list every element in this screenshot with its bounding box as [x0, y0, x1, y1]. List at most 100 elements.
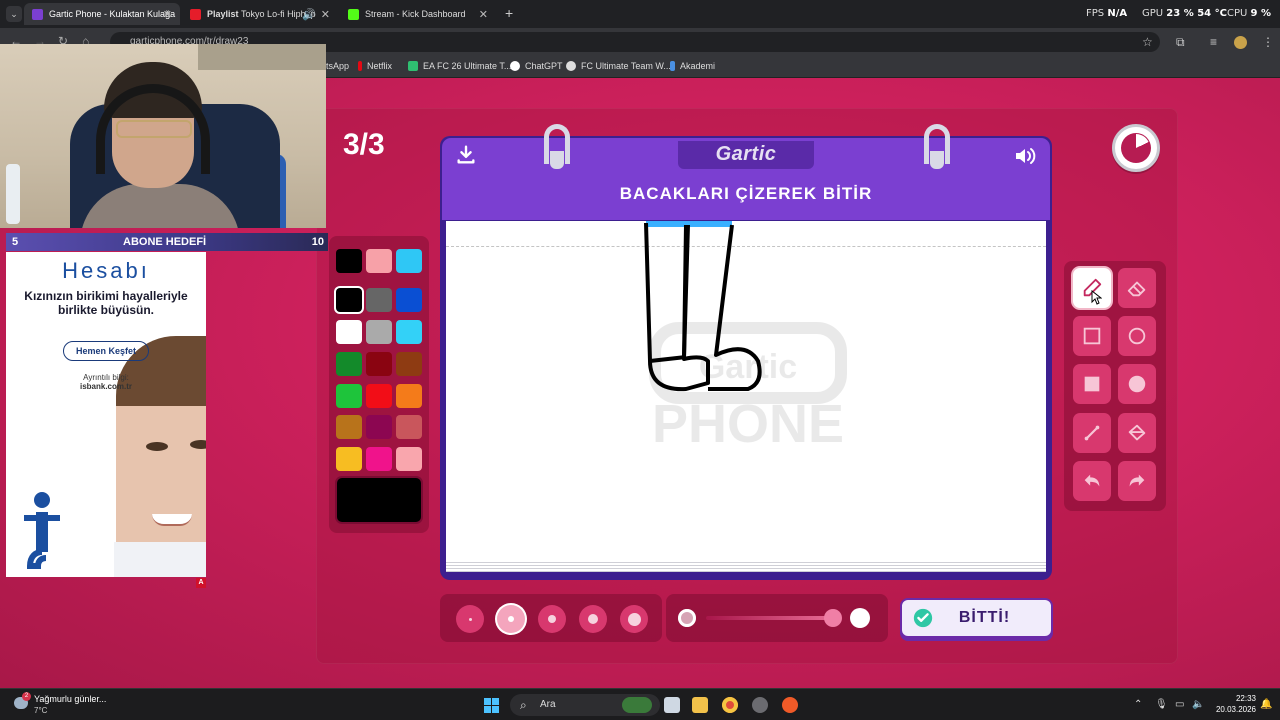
tab-title-prefix: Playlist [207, 9, 239, 19]
leg-drawing [644, 221, 762, 392]
circle-filled-icon [1128, 375, 1146, 393]
youtube-favicon-icon [190, 8, 201, 20]
bucket-icon [1128, 424, 1146, 441]
ad-info: Ayrıntılı bilgi: [83, 373, 129, 382]
gpu-readout: GPU 23 % 54 °C [1142, 8, 1227, 19]
color-swatch-cyan[interactable] [396, 249, 422, 273]
obs-icon[interactable] [752, 697, 768, 713]
color-swatch-yellow[interactable] [336, 447, 362, 471]
color-swatch-dark-red[interactable] [366, 352, 392, 376]
task-view-icon[interactable] [664, 697, 680, 713]
download-icon[interactable] [453, 144, 479, 170]
bookmark-whatsapp[interactable]: tsApp [326, 61, 349, 71]
chrome-icon[interactable] [722, 697, 738, 713]
brush-size-4[interactable] [579, 605, 607, 633]
color-swatch-dark-green[interactable] [336, 352, 362, 376]
brush-size-2[interactable] [497, 605, 525, 633]
color-swatch-gray[interactable] [366, 288, 392, 312]
opacity-slider-track[interactable] [706, 616, 834, 620]
color-swatch-light-gray[interactable] [366, 320, 392, 344]
isbank-logo-icon [24, 492, 60, 569]
windows-start-icon[interactable] [484, 698, 499, 713]
reading-list-icon[interactable]: ≡ [1210, 35, 1217, 49]
rectangle-outline-tool[interactable] [1073, 316, 1111, 356]
show-hidden-icons[interactable]: ⌃ [1134, 699, 1142, 710]
audio-playing-icon[interactable]: 🔊 [302, 8, 316, 21]
tab-search-button[interactable]: ⌄ [6, 6, 22, 22]
ellipse-outline-tool[interactable] [1118, 316, 1156, 356]
color-swatch-blue[interactable] [396, 288, 422, 312]
notifications-icon[interactable]: 🔔 [1260, 699, 1272, 710]
color-swatch-green[interactable] [336, 384, 362, 408]
weather-text: Yağmurlu günler... [34, 694, 107, 704]
color-swatch-light-blue[interactable] [396, 320, 422, 344]
microphone-icon[interactable]: 🎙 [1155, 699, 1168, 710]
close-tab-icon[interactable]: ✕ [163, 8, 172, 21]
brush-size-3[interactable] [538, 605, 566, 633]
close-tab-icon[interactable]: ✕ [321, 8, 330, 21]
isbank-advertisement[interactable]: Hesabı Kızınızın birikimi hayalleriyle b… [6, 252, 206, 577]
file-explorer-icon[interactable] [692, 697, 708, 713]
color-swatch-salmon[interactable] [396, 447, 422, 471]
profile-avatar[interactable] [1234, 36, 1247, 49]
bookmark-netflix[interactable]: Netflix [358, 61, 392, 71]
bookmark-fc-ultimate[interactable]: FC Ultimate Team W... [566, 61, 671, 71]
brush-size-5[interactable] [620, 605, 648, 633]
round-counter: 3/3 [343, 128, 385, 161]
line-tool[interactable] [1073, 413, 1111, 453]
chatgpt-icon [510, 61, 520, 71]
network-icon[interactable]: ▭ [1175, 699, 1184, 710]
opacity-max-icon [850, 608, 870, 628]
app-icon[interactable] [782, 697, 798, 713]
color-swatch-plum[interactable] [366, 415, 392, 439]
current-color-preview[interactable] [337, 478, 421, 522]
color-swatch-white[interactable] [336, 320, 362, 344]
tab-bar: ⌄ Gartic Phone - Kulaktan Kulağa ✕ Playl… [0, 0, 1280, 28]
color-swatch-pink[interactable] [366, 249, 392, 273]
ellipse-filled-tool[interactable] [1118, 364, 1156, 404]
color-swatch-magenta[interactable] [366, 447, 392, 471]
tab-playlist[interactable]: Playlist Tokyo Lo-fi Hiphop 🔊 ✕ [182, 3, 338, 25]
tab-kick[interactable]: Stream - Kick Dashboard ✕ [340, 3, 496, 25]
color-swatch-black[interactable] [336, 249, 362, 273]
gartic-logo: Gartic [715, 143, 777, 165]
ad-cta-button[interactable]: Hemen Keşfet [63, 341, 149, 361]
close-tab-icon[interactable]: ✕ [479, 8, 488, 21]
copilot-icon[interactable] [622, 697, 652, 713]
gartic-favicon-icon [32, 8, 43, 20]
bookmark-star-icon[interactable]: ☆ [1142, 35, 1153, 49]
new-tab-button[interactable]: + [505, 5, 513, 21]
globe-icon [566, 61, 576, 71]
system-clock[interactable]: 22:33 20.03.2026 [1212, 693, 1256, 715]
color-swatch-brown[interactable] [396, 352, 422, 376]
color-swatch-orange[interactable] [396, 384, 422, 408]
undo-button[interactable] [1073, 461, 1111, 501]
color-swatch-black-selected[interactable] [336, 288, 362, 312]
menu-icon[interactable]: ⋮ [1262, 35, 1274, 49]
bookmark-akademi[interactable]: Akademi [670, 61, 715, 71]
eraser-tool[interactable] [1118, 268, 1156, 308]
circle-outline-icon [1128, 327, 1146, 345]
extensions-icon[interactable]: ⧉ [1176, 35, 1185, 50]
fps-readout: FPS N/A [1086, 8, 1128, 19]
bookmark-chatgpt[interactable]: ChatGPT [510, 61, 563, 71]
done-button[interactable]: BİTTİ! [900, 598, 1053, 638]
bookmark-ea-fc[interactable]: EA FC 26 Ultimate T... [408, 61, 511, 71]
color-swatch-rose[interactable] [396, 415, 422, 439]
color-swatch-red[interactable] [366, 384, 392, 408]
fill-bucket-tool[interactable] [1118, 413, 1156, 453]
color-swatch-ochre[interactable] [336, 415, 362, 439]
opacity-slider-handle[interactable] [824, 609, 842, 627]
square-filled-icon [1084, 376, 1100, 392]
done-button-label: BİTTİ! [958, 609, 1011, 626]
volume-icon[interactable]: 🔈 [1192, 699, 1204, 710]
tab-gartic[interactable]: Gartic Phone - Kulaktan Kulağa ✕ [24, 3, 180, 25]
rectangle-filled-tool[interactable] [1073, 364, 1111, 404]
sound-icon[interactable] [1012, 144, 1038, 170]
clock-time: 22:33 [1235, 694, 1256, 703]
check-badge-icon [913, 608, 933, 628]
redo-button[interactable] [1118, 461, 1156, 501]
subscriber-goal-bar: 5 ABONE HEDEFİ 10 [6, 233, 328, 251]
redo-icon [1129, 474, 1145, 487]
brush-size-1[interactable] [456, 605, 484, 633]
